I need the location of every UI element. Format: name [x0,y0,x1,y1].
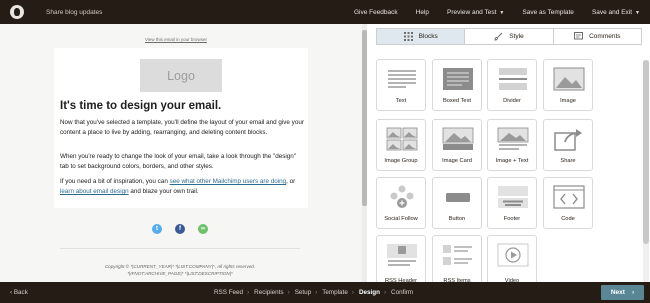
text-block-icon [388,70,416,88]
button-icon [446,193,470,202]
step-setup[interactable]: Setup [295,289,311,296]
chevron-right-icon: › [287,289,290,296]
grid-icon [403,32,413,41]
step-confirm[interactable]: Confirm [391,289,413,296]
footer-icon [498,186,528,208]
block-text[interactable]: Text [376,59,426,111]
email-heading[interactable]: It's time to design your email. [60,100,221,112]
social-follow-icon [390,185,414,208]
chevron-right-icon: › [247,289,250,296]
block-code[interactable]: Code [543,177,593,229]
panel-scrollbar[interactable] [643,60,649,282]
give-feedback-link[interactable]: Give Feedback [354,9,398,16]
chevron-left-icon: ‹ [10,289,13,296]
next-button[interactable]: Next › [601,285,644,300]
comment-icon [574,32,584,40]
paint-brush-icon [494,32,503,41]
facebook-icon[interactable]: f [175,224,185,234]
boxed-text-icon [443,68,473,90]
back-button[interactable]: ‹ Back [10,289,28,296]
save-as-template-button[interactable]: Save as Template [522,9,574,16]
email-body-card[interactable]: Logo It's time to design your email. Now… [54,48,308,208]
block-image-text[interactable]: Image + Text [487,119,537,171]
step-design[interactable]: Design [359,289,380,296]
block-rss-header[interactable]: RSS Header [376,235,426,285]
top-nav: Give Feedback Help Preview and Test ▼ Sav… [354,9,650,16]
view-in-browser-link[interactable]: View this email in your browser [145,37,207,42]
panel-scrollbar-thumb[interactable] [643,60,649,244]
video-icon [497,243,529,267]
campaign-name[interactable]: Share blog updates [46,9,102,16]
step-rss-feed[interactable]: RSS Feed [214,289,243,296]
chevron-down-icon: ▼ [635,9,640,16]
block-social-follow[interactable]: Social Follow [376,177,426,229]
block-rss-items[interactable]: RSS Items [432,235,482,285]
mailchimp-users-link[interactable]: see what other Mailchimp users are doing [170,178,287,185]
footer-divider [60,248,300,249]
twitter-icon[interactable]: t [152,224,162,234]
chevron-right-icon: › [315,289,318,296]
logo-placeholder[interactable]: Logo [140,59,222,92]
email-paragraph[interactable]: Now that you've selected a template, you… [60,118,304,139]
block-image-card[interactable]: Image Card [432,119,482,171]
email-paragraph[interactable]: If you need a bit of inspiration, you ca… [60,177,304,198]
image-icon [553,67,585,91]
block-footer[interactable]: Footer [487,177,537,229]
chevron-right-icon: › [351,289,354,296]
block-share[interactable]: Share [543,119,593,171]
share-icon [554,129,582,151]
email-footer[interactable]: Copyright © *|CURRENT_YEAR|* *|LIST:COMP… [80,263,280,277]
rss-header-icon [387,244,417,266]
step-template[interactable]: Template [322,289,348,296]
block-button[interactable]: Button [432,177,482,229]
block-image[interactable]: Image [543,59,593,111]
tab-comments[interactable]: Comments [553,29,641,44]
email-paragraph[interactable]: When you're ready to change the look of … [60,152,304,173]
email-design-link[interactable]: learn about email design [60,188,129,195]
image-group-icon [386,127,418,151]
block-video[interactable]: Video [487,235,537,285]
block-boxed-text[interactable]: Boxed Text [432,59,482,111]
preview-and-test-menu[interactable]: Preview and Test ▼ [447,9,504,16]
help-link[interactable]: Help [416,9,429,16]
mailchimp-logo-icon[interactable] [10,5,24,19]
code-icon [553,185,585,209]
website-link-icon[interactable]: ∞ [198,224,208,234]
divider-icon [499,68,527,90]
chevron-down-icon: ▼ [499,9,505,16]
top-bar: Share blog updates Give Feedback Help Pr… [0,0,650,24]
tab-style[interactable]: Style [465,29,554,44]
save-and-exit-menu[interactable]: Save and Exit ▼ [592,9,640,16]
rss-items-icon [443,245,472,265]
block-divider[interactable]: Divider [487,59,537,111]
step-recipients[interactable]: Recipients [254,289,283,296]
image-text-icon [497,127,529,150]
step-breadcrumb: RSS Feed › Recipients › Setup › Template › D… [214,282,417,303]
panel-tabs: Blocks Style Comments [376,28,642,45]
bottom-bar: ‹ Back RSS Feed › Recipients › Setup › Temp… [0,282,650,303]
chevron-right-icon: › [383,289,387,296]
chevron-right-icon: › [631,289,635,296]
tab-blocks[interactable]: Blocks [377,29,466,44]
image-card-icon [442,127,474,150]
block-image-group[interactable]: Image Group [376,119,426,171]
